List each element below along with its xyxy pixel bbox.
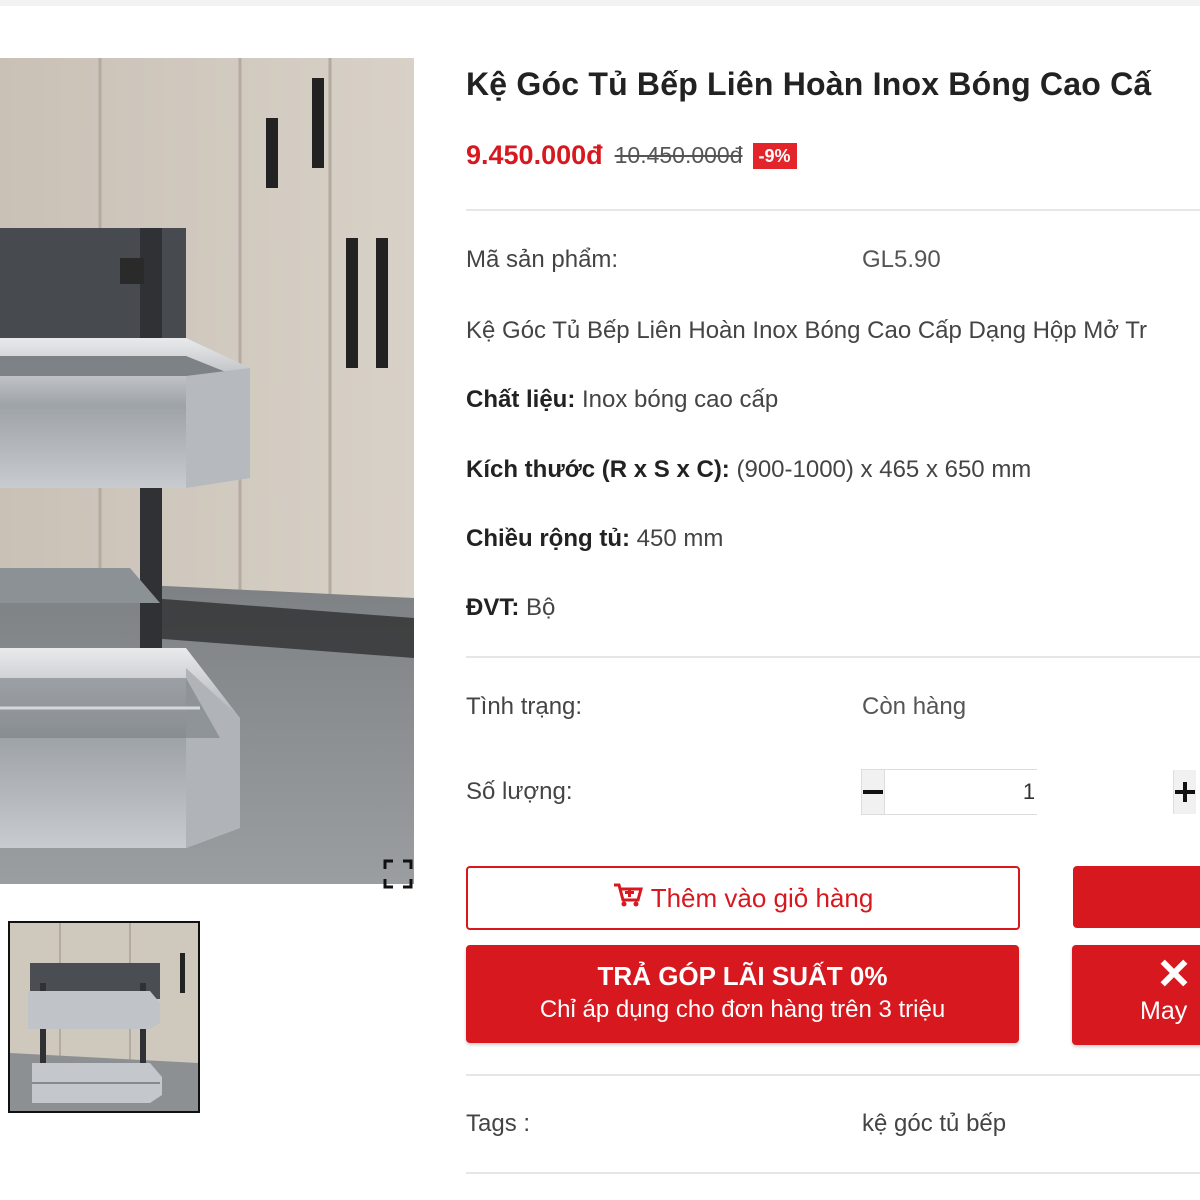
product-title: Kệ Góc Tủ Bếp Liên Hoàn Inox Bóng Cao Cấ bbox=[466, 66, 1152, 102]
add-to-cart-button[interactable]: Thêm vào giỏ hàng bbox=[466, 866, 1020, 930]
unit-label: ĐVT: bbox=[466, 594, 520, 621]
product-main-image[interactable] bbox=[0, 58, 414, 884]
divider bbox=[466, 1172, 1200, 1174]
unit-value: Bộ bbox=[519, 594, 556, 621]
second-action-button[interactable]: May bbox=[1072, 945, 1200, 1045]
divider bbox=[466, 656, 1200, 658]
product-summary: Kệ Góc Tủ Bếp Liên Hoàn Inox Bóng Cao Cấ… bbox=[466, 317, 1148, 344]
size-value: (900-1000) x 465 x 650 mm bbox=[729, 456, 1032, 483]
unit-row: ĐVT: Bộ bbox=[466, 594, 555, 622]
installment-subtitle: Chỉ áp dụng cho đơn hàng trên 3 triệu bbox=[539, 996, 946, 1023]
cart-plus-icon bbox=[613, 882, 643, 915]
second-action-subtitle: May bbox=[1140, 997, 1188, 1025]
tools-icon bbox=[1160, 959, 1188, 992]
divider bbox=[466, 1074, 1200, 1076]
product-thumbnail[interactable] bbox=[8, 921, 200, 1113]
sku-label: Mã sản phẩm: bbox=[466, 246, 619, 273]
stock-status-value: Còn hàng bbox=[862, 693, 967, 720]
tags-label: Tags : bbox=[466, 1110, 531, 1137]
installment-title: TRẢ GÓP LÃI SUẤT 0% bbox=[597, 961, 888, 991]
product-info: Kệ Góc Tủ Bếp Liên Hoàn Inox Bóng Cao Cấ… bbox=[466, 0, 1200, 1200]
buy-now-button[interactable] bbox=[1073, 866, 1200, 928]
discount-badge: -9% bbox=[752, 142, 797, 169]
tag-link[interactable]: kệ góc tủ bếp bbox=[862, 1110, 1006, 1138]
quantity-input[interactable] bbox=[884, 770, 1174, 814]
current-price: 9.450.000đ bbox=[466, 140, 603, 170]
size-label: Kích thước (R x S x C): bbox=[466, 456, 730, 483]
material-value: Inox bóng cao cấp bbox=[575, 386, 779, 413]
minus-icon[interactable] bbox=[862, 770, 884, 814]
cabinet-width-value: 450 mm bbox=[629, 525, 724, 552]
sku-value: GL5.90 bbox=[862, 246, 941, 273]
size-row: Kích thước (R x S x C): (900-1000) x 465… bbox=[466, 456, 1031, 484]
material-row: Chất liệu: Inox bóng cao cấp bbox=[466, 386, 778, 414]
stock-status-label: Tình trạng: bbox=[466, 693, 583, 720]
fullscreen-icon[interactable] bbox=[382, 858, 414, 890]
divider bbox=[466, 209, 1200, 211]
cabinet-width-row: Chiều rộng tủ: 450 mm bbox=[466, 525, 723, 553]
material-label: Chất liệu: bbox=[466, 386, 576, 413]
quantity-label: Số lượng: bbox=[466, 778, 573, 805]
plus-icon[interactable] bbox=[1174, 770, 1196, 814]
old-price: 10.450.000đ bbox=[614, 142, 743, 168]
add-to-cart-label: Thêm vào giỏ hàng bbox=[650, 882, 874, 913]
cabinet-width-label: Chiều rộng tủ: bbox=[466, 525, 630, 552]
installment-button[interactable]: TRẢ GÓP LÃI SUẤT 0% Chỉ áp dụng cho đơn … bbox=[466, 945, 1019, 1043]
quantity-stepper bbox=[861, 769, 1196, 815]
price-row: 9.450.000đ 10.450.000đ -9% bbox=[466, 140, 797, 171]
